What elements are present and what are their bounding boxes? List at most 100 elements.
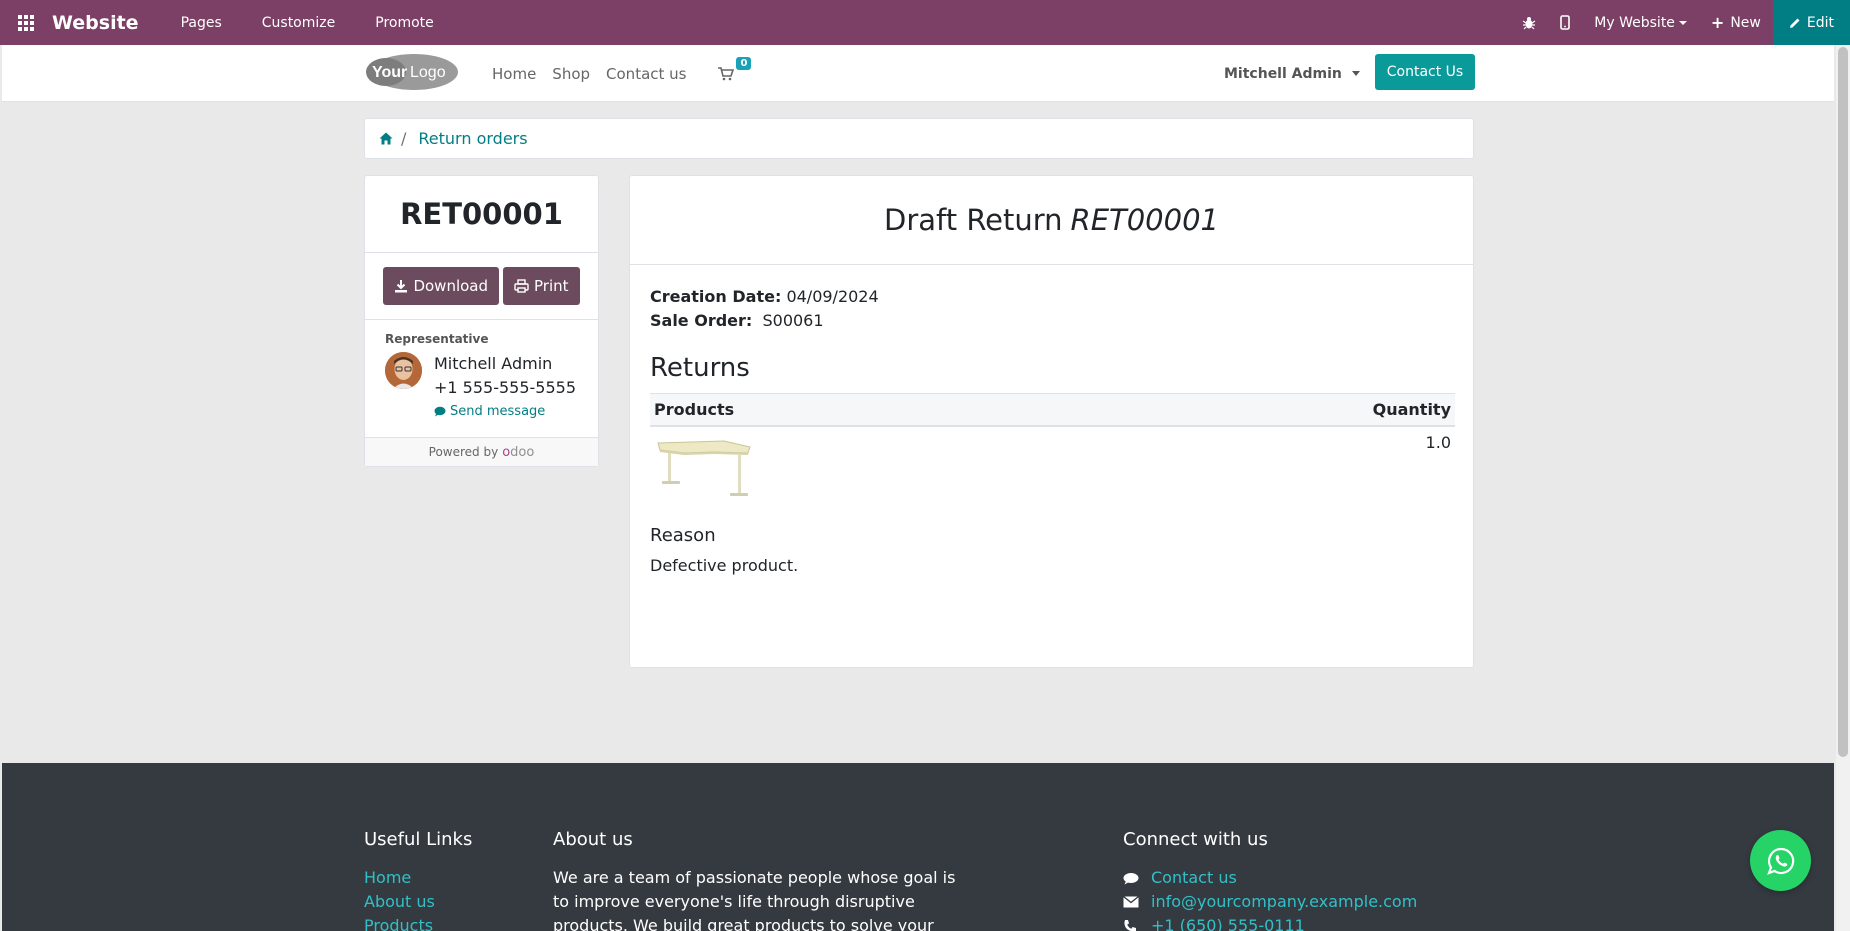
nav-home[interactable]: Home xyxy=(492,65,536,83)
return-title-ref: RET00001 xyxy=(1070,203,1219,237)
page-scrollbar[interactable] xyxy=(1836,45,1850,931)
mobile-preview-icon[interactable] xyxy=(1548,0,1582,45)
connect-contact: Contact us xyxy=(1123,866,1417,890)
whatsapp-icon xyxy=(1766,847,1794,875)
return-title-prefix: Draft Return xyxy=(884,203,1063,237)
plus-icon: + xyxy=(1710,13,1725,32)
print-button[interactable]: Print xyxy=(503,267,580,305)
about-column: About us We are a team of passionate peo… xyxy=(553,829,973,931)
contact-us-button[interactable]: Contact Us xyxy=(1375,54,1475,90)
menu-customize[interactable]: Customize xyxy=(242,0,356,45)
chevron-down-icon xyxy=(1678,20,1687,25)
debug-bug-icon[interactable] xyxy=(1510,0,1548,45)
avatar xyxy=(385,352,422,389)
menu-pages[interactable]: Pages xyxy=(161,0,242,45)
footer-link-home[interactable]: Home xyxy=(364,866,472,890)
apps-menu-icon[interactable] xyxy=(0,0,52,45)
odoo-logo-letter: o xyxy=(502,444,511,460)
website-selector[interactable]: My Website xyxy=(1582,0,1699,45)
representative-name: Mitchell Admin xyxy=(434,354,553,373)
order-sidebar: RET00001 Download Print Representative M… xyxy=(364,175,599,467)
website-selector-label: My Website xyxy=(1594,14,1675,31)
pencil-icon xyxy=(1789,18,1800,28)
powered-by: Powered by odoo xyxy=(365,438,598,466)
cart-link[interactable]: 0 xyxy=(718,56,752,81)
return-detail-card: Draft Return RET00001 Creation Date: 04/… xyxy=(629,175,1474,668)
sale-order-value: S00061 xyxy=(762,311,824,330)
new-button[interactable]: + New xyxy=(1699,0,1773,45)
breadcrumb: / Return orders xyxy=(364,118,1474,159)
site-header: Your Logo Home Shop Contact us 0 Mitchel… xyxy=(2,45,1834,102)
shopping-cart-icon xyxy=(718,66,735,80)
svg-text:Your: Your xyxy=(372,64,407,81)
sale-order-label: Sale Order: xyxy=(650,311,753,330)
edit-label: Edit xyxy=(1806,14,1834,31)
download-label: Download xyxy=(413,277,489,295)
quantity-cell: 1.0 xyxy=(1425,433,1451,452)
chevron-down-icon xyxy=(1351,71,1360,76)
home-icon[interactable] xyxy=(379,132,393,145)
cart-count-badge: 0 xyxy=(736,56,752,70)
breadcrumb-return-orders[interactable]: Return orders xyxy=(418,129,527,148)
comment-icon xyxy=(1123,872,1151,885)
svg-text:Logo: Logo xyxy=(410,64,446,81)
reason-heading: Reason xyxy=(650,525,716,546)
creation-date-row: Creation Date: 04/09/2024 xyxy=(650,285,1453,309)
connect-phone: +1 (650) 555-0111 xyxy=(1123,914,1417,931)
site-footer: Useful Links Home About us Products Abou… xyxy=(2,763,1834,931)
reason-text: Defective product. xyxy=(650,556,799,575)
connect-email-link[interactable]: info@yourcompany.example.com xyxy=(1151,890,1417,914)
returns-table: Products Quantity 1.0 xyxy=(650,393,1455,513)
admin-navbar: Website Pages Customize Promote My Websi… xyxy=(0,0,1850,45)
odoo-logo[interactable]: odoo xyxy=(502,445,534,460)
nav-shop[interactable]: Shop xyxy=(552,65,590,83)
footer-link-about[interactable]: About us xyxy=(364,890,472,914)
representative-section: Representative Mitchell Admin +1 555-555… xyxy=(365,320,598,438)
edit-button[interactable]: Edit xyxy=(1772,0,1850,45)
useful-links-column: Useful Links Home About us Products xyxy=(364,829,472,931)
user-name: Mitchell Admin xyxy=(1224,65,1342,82)
chat-bubble-icon xyxy=(434,406,446,417)
sale-order-row: Sale Order: S00061 xyxy=(650,309,1453,333)
send-message-link[interactable]: Send message xyxy=(434,404,576,419)
about-text: We are a team of passionate people whose… xyxy=(553,868,956,931)
send-message-label: Send message xyxy=(450,404,546,419)
user-menu[interactable]: Mitchell Admin xyxy=(1224,45,1360,102)
connect-phone-link[interactable]: +1 (650) 555-0111 xyxy=(1151,914,1305,931)
main-nav: Home Shop Contact us 0 xyxy=(492,45,752,102)
print-label: Print xyxy=(534,277,569,295)
app-brand[interactable]: Website xyxy=(52,12,139,34)
download-icon xyxy=(395,280,408,293)
footer-link-products[interactable]: Products xyxy=(364,914,472,931)
about-title: About us xyxy=(553,829,633,850)
table-row: 1.0 xyxy=(650,426,1455,513)
powered-by-label: Powered by xyxy=(428,445,499,459)
new-label: New xyxy=(1730,14,1761,31)
sidebar-actions: Download Print xyxy=(365,253,598,320)
menu-promote[interactable]: Promote xyxy=(355,0,454,45)
scrollbar-thumb[interactable] xyxy=(1838,47,1848,757)
nav-contact-us[interactable]: Contact us xyxy=(606,65,686,83)
representative-title: Representative xyxy=(385,332,489,346)
breadcrumb-separator: / xyxy=(401,129,407,148)
envelope-icon xyxy=(1123,896,1151,908)
download-button[interactable]: Download xyxy=(383,267,500,305)
company-logo[interactable]: Your Logo xyxy=(364,52,460,92)
col-quantity: Quantity xyxy=(1097,393,1455,427)
whatsapp-button[interactable] xyxy=(1750,830,1811,891)
product-cell xyxy=(650,426,1097,513)
useful-links-title: Useful Links xyxy=(364,829,473,850)
col-products: Products xyxy=(650,393,1098,427)
connect-column: Connect with us Contact us info@yourcomp… xyxy=(1123,829,1417,931)
office-desk-image xyxy=(657,440,751,496)
connect-contact-link[interactable]: Contact us xyxy=(1151,866,1237,890)
printer-icon xyxy=(514,279,529,293)
connect-title: Connect with us xyxy=(1123,829,1268,850)
creation-date-label: Creation Date: xyxy=(650,287,782,306)
return-reference: RET00001 xyxy=(365,176,598,253)
return-title: Draft Return RET00001 xyxy=(630,176,1473,265)
odoo-logo-rest: doo xyxy=(510,444,535,460)
creation-date-value: 04/09/2024 xyxy=(786,287,879,306)
connect-email: info@yourcompany.example.com xyxy=(1123,890,1417,914)
returns-heading: Returns xyxy=(650,353,750,383)
